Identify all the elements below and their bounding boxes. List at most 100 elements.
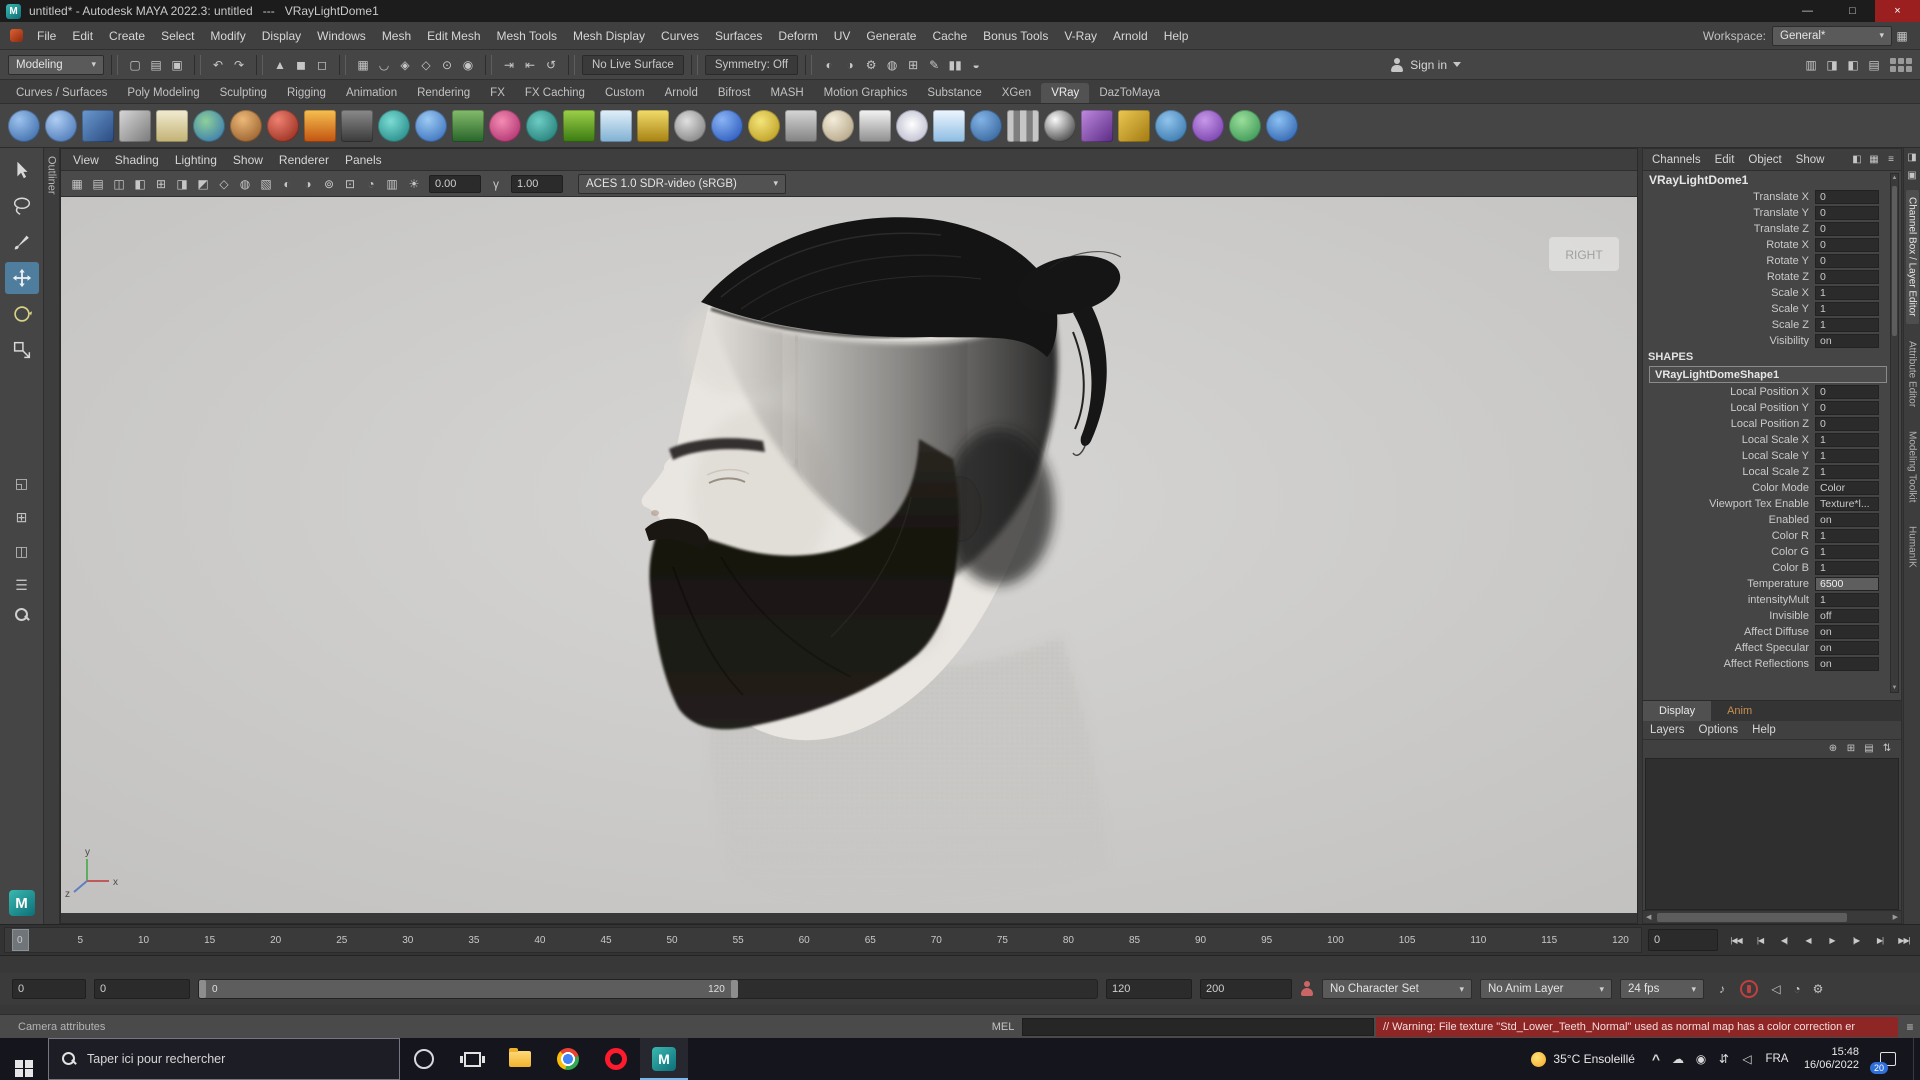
wrench-shelf-icon[interactable] (1118, 109, 1150, 142)
photo-shelf-icon[interactable] (1155, 109, 1187, 142)
play-forward-button[interactable]: ▶ (1820, 928, 1844, 952)
layer-editor-menu-item[interactable]: Layers (1643, 721, 1692, 739)
undo-icon[interactable]: ↶ (208, 55, 228, 75)
live-surface-field[interactable]: No Live Surface (582, 54, 684, 75)
layer-editor-menu-item[interactable]: Options (1692, 721, 1746, 739)
channel-speed-icon[interactable]: ◧ (1849, 152, 1865, 168)
channel-value-field[interactable]: 1 (1815, 286, 1879, 300)
shelf-tab[interactable]: XGen (992, 83, 1041, 103)
onedrive-icon[interactable]: ☁ (1667, 1038, 1689, 1080)
command-input[interactable] (1022, 1017, 1374, 1036)
grid-icon[interactable]: ▦ (67, 174, 87, 194)
new-layer-icon[interactable]: ⊕ (1825, 741, 1841, 757)
start-button[interactable] (0, 1038, 48, 1080)
channel-value-field[interactable]: 0 (1815, 238, 1879, 252)
menu-item[interactable]: Modify (202, 22, 253, 49)
viewport-menu-item[interactable]: Panels (337, 149, 390, 170)
toon-shelf-icon[interactable] (526, 109, 558, 142)
menu-item[interactable]: Bonus Tools (975, 22, 1056, 49)
scrollbar-thumb[interactable] (1892, 186, 1897, 336)
outliner-pane-icon[interactable]: ☰ (5, 572, 39, 598)
animation-start-field[interactable]: 0 (12, 979, 86, 999)
channel-value-field[interactable]: 1 (1815, 449, 1879, 463)
checker-sphere-shelf-icon[interactable] (1044, 109, 1076, 142)
viewport-menu-item[interactable]: Show (225, 149, 271, 170)
channel-value-field[interactable]: 1 (1815, 545, 1879, 559)
anti-alias-icon[interactable]: ⊡ (340, 174, 360, 194)
ui-toggle-attribute-editor-icon[interactable]: ◨ (1822, 55, 1842, 75)
menu-item[interactable]: V-Ray (1056, 22, 1105, 49)
ui-toggle-modeling-toolkit-icon[interactable]: ▥ (1801, 55, 1821, 75)
menu-item[interactable]: Display (254, 22, 309, 49)
shelf-tab[interactable]: Rigging (277, 83, 336, 103)
make-live-icon[interactable]: ◉ (458, 55, 478, 75)
scale-tool-button[interactable] (5, 334, 39, 366)
xray-icon[interactable]: ▥ (382, 174, 402, 194)
sidebar-panel-tab[interactable]: Channel Box / Layer Editor (1905, 190, 1919, 324)
shelf-tab[interactable]: DazToMaya (1089, 83, 1170, 103)
command-output-warning[interactable]: // Warning: File texture "Std_Lower_Teet… (1376, 1016, 1898, 1037)
volume-icon[interactable]: ◁ (1736, 1038, 1758, 1080)
sky-plane-shelf-icon[interactable] (933, 109, 965, 142)
anim-layer-dropdown[interactable]: No Anim Layer (1480, 979, 1612, 999)
safe-title-icon[interactable]: ◩ (193, 174, 213, 194)
safe-action-icon[interactable]: ◨ (172, 174, 192, 194)
go-to-start-button[interactable]: |◀◀ (1724, 928, 1748, 952)
next-key-button[interactable]: ▶| (1868, 928, 1892, 952)
notes-shelf-icon[interactable] (156, 109, 188, 142)
selected-object-name[interactable]: VRayLightDome1 (1643, 171, 1901, 189)
cone-shelf-icon[interactable] (859, 109, 891, 142)
fire-shelf-icon[interactable] (304, 109, 336, 142)
select-component-icon[interactable]: ◻ (312, 55, 332, 75)
paint-select-tool-button[interactable] (5, 226, 39, 258)
snap-center-icon[interactable]: ⊙ (437, 55, 457, 75)
channel-value-field[interactable]: Color (1815, 481, 1879, 495)
ambient-occlusion-icon[interactable]: ⊚ (319, 174, 339, 194)
channel-value-field[interactable]: 0 (1815, 270, 1879, 284)
chrome-button[interactable] (544, 1038, 592, 1080)
hypershade-icon[interactable]: ◍ (882, 55, 902, 75)
channel-value-field[interactable]: Texture*l... (1815, 497, 1879, 511)
outliner-panel-tab[interactable]: Outliner (44, 148, 60, 924)
help-shelf-icon[interactable] (1266, 109, 1298, 142)
audio-icon[interactable]: ♪ (1712, 979, 1732, 999)
menu-item[interactable]: Select (153, 22, 202, 49)
new-render-layer-icon[interactable]: ⊞ (1843, 741, 1859, 757)
rotate-tool-button[interactable] (5, 298, 39, 330)
channel-manip-icon[interactable]: ▦ (1866, 152, 1882, 168)
shelf-tab[interactable]: Substance (917, 83, 991, 103)
split-pane-layout-icon[interactable]: ◫ (5, 538, 39, 564)
animation-end-field[interactable]: 200 (1200, 979, 1292, 999)
divider-grip[interactable] (805, 54, 813, 75)
layer-list-scrollbar[interactable] (1643, 910, 1901, 923)
sign-in-button[interactable]: Sign in (1384, 57, 1467, 72)
minimize-button[interactable]: — (1785, 0, 1830, 22)
wireframe-icon[interactable]: ◇ (214, 174, 234, 194)
time-slider[interactable]: 0 5 10 15 20 25 30 35 40 45 50 55 60 65 70 75 80 85 90 95 10… (0, 924, 1920, 956)
volume-icon[interactable]: ◁ (1766, 979, 1786, 999)
sidebar-panel-tab[interactable]: HumanIK (1906, 519, 1919, 575)
menu-item[interactable]: Mesh (374, 22, 419, 49)
move-tool-button[interactable] (4, 262, 39, 294)
ipr-render-icon[interactable]: ◑ (840, 55, 860, 75)
sidebar-panel-tab[interactable]: Attribute Editor (1906, 334, 1919, 414)
globe-shelf-icon[interactable] (193, 109, 225, 142)
menu-item[interactable]: File (29, 22, 64, 49)
ui-element-toggles[interactable] (1890, 57, 1912, 72)
shadows-icon[interactable]: ◑ (298, 174, 318, 194)
select-tool-button[interactable] (5, 154, 39, 186)
shelf-tab[interactable]: Arnold (655, 83, 708, 103)
channel-value-field[interactable]: 1 (1815, 529, 1879, 543)
spiral-shelf-icon[interactable] (674, 109, 706, 142)
channel-box-menu-item[interactable]: Channels (1645, 149, 1708, 170)
shelf-tab[interactable]: Sculpting (210, 83, 277, 103)
ui-toggle-tool-settings-icon[interactable]: ◧ (1843, 55, 1863, 75)
range-start-handle[interactable] (199, 980, 206, 998)
burst-shelf-icon[interactable] (896, 109, 928, 142)
input-connections-icon[interactable]: ⇥ (499, 55, 519, 75)
colorspace-dropdown[interactable]: ACES 1.0 SDR-video (sRGB) (578, 173, 786, 194)
new-scene-icon[interactable]: ▢ (125, 55, 145, 75)
viewport-menu-item[interactable]: Lighting (167, 149, 225, 170)
move-layer-icon[interactable]: ⇅ (1879, 741, 1895, 757)
menu-item[interactable]: Curves (653, 22, 707, 49)
